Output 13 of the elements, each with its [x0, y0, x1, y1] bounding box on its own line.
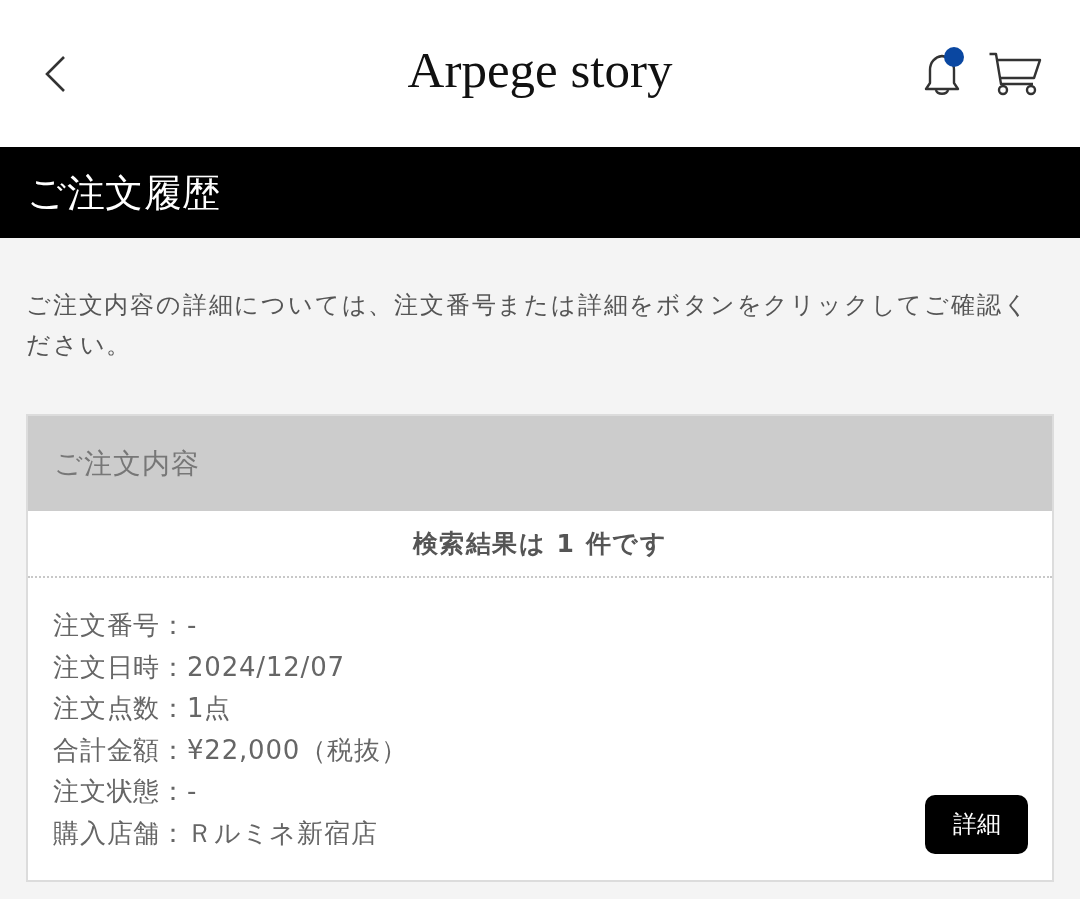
brand-logo: Arpege story: [407, 41, 673, 100]
card-heading: ご注文内容: [54, 445, 200, 482]
order-detail-text: 注文日時：2024/12/07: [53, 650, 346, 684]
order-detail-text: 注文状態：-: [53, 775, 199, 809]
cart-icon[interactable]: [988, 51, 1042, 96]
order-detail-text: 注文番号：-: [53, 609, 199, 642]
order-detail-text: 合計金額：¥22,000（税抜）: [53, 733, 408, 767]
detail-button[interactable]: 詳細: [925, 794, 1028, 854]
order-detail-text: 購入店舗：Ｒルミネ新宿店: [53, 816, 379, 850]
result-count: 検索結果は 1 件です: [412, 528, 668, 560]
instruction-text: ご注文内容の詳細については、注文番号または詳細をボタンをクリックしてご確認ください。: [26, 290, 1031, 361]
order-detail-text: 注文点数：1点: [53, 692, 233, 726]
page-title: ご注文履歴: [27, 169, 221, 216]
